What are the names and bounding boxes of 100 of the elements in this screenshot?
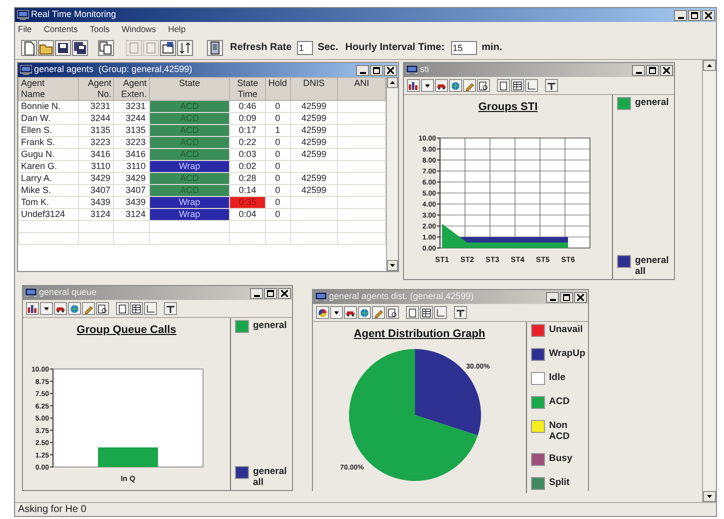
- chart-tool-button[interactable]: [407, 79, 420, 92]
- open-folder-button[interactable]: [38, 40, 54, 56]
- new-file-button[interactable]: [21, 40, 37, 56]
- chart-tool-button[interactable]: [316, 306, 329, 319]
- table-cell: 0:09: [230, 112, 266, 124]
- minimize-button[interactable]: [546, 292, 559, 302]
- close-button[interactable]: [384, 64, 397, 76]
- column-header[interactable]: Agent Name: [18, 78, 79, 100]
- chart-tool-button[interactable]: [497, 79, 510, 92]
- page-icon: [144, 40, 158, 54]
- minimize-button[interactable]: [674, 10, 687, 20]
- maximize-button[interactable]: [646, 64, 659, 76]
- table-cell: Tom K.: [18, 196, 79, 208]
- column-header[interactable]: Agent Exten.: [114, 78, 150, 100]
- chart-tool-button[interactable]: [344, 306, 357, 319]
- chart-tool-button[interactable]: [26, 302, 39, 315]
- chart-tool-button[interactable]: [386, 306, 399, 319]
- table-cell: 42599: [290, 172, 338, 184]
- chart-tool-button[interactable]: [130, 302, 143, 315]
- chart-tool-button[interactable]: [511, 79, 524, 92]
- scroll-up-button[interactable]: [387, 77, 398, 88]
- minimize-button[interactable]: [632, 64, 645, 76]
- column-header[interactable]: ANI: [338, 78, 386, 100]
- scrollbar[interactable]: [702, 60, 716, 502]
- table-cell: Karen G.: [18, 160, 79, 172]
- chart-title: Agent Distribution Graph: [352, 327, 486, 342]
- window-title: general queue: [39, 286, 97, 300]
- close-icon: [281, 290, 288, 296]
- chart-tool-button[interactable]: [421, 79, 434, 92]
- chart-tool-button[interactable]: [435, 79, 448, 92]
- chart-tool-button[interactable]: [116, 302, 129, 315]
- legend-label: ACD: [549, 396, 571, 408]
- table-cell: 0: [265, 196, 290, 208]
- chart-tool-button[interactable]: [454, 306, 467, 319]
- minimize-button[interactable]: [250, 288, 263, 298]
- chart-tool-button[interactable]: [406, 306, 419, 319]
- column-header[interactable]: DNIS: [290, 78, 338, 100]
- refresh-rate-field[interactable]: 1: [296, 40, 313, 54]
- minimize-button[interactable]: [356, 64, 369, 76]
- column-header[interactable]: Hold: [265, 78, 290, 100]
- window-title: general agents (Group: general,42599): [34, 63, 192, 76]
- scroll-up-button[interactable]: [703, 60, 716, 71]
- table-cell: 0:17: [230, 124, 266, 136]
- chart-tool-button[interactable]: [164, 302, 177, 315]
- legend-label: Idle: [549, 372, 566, 384]
- scroll-down-button[interactable]: [387, 260, 398, 271]
- chart-tool-button[interactable]: [96, 302, 109, 315]
- report-button[interactable]: [207, 40, 223, 56]
- table-cell: 3135: [78, 124, 114, 136]
- chart-tool-button[interactable]: [545, 79, 558, 92]
- column-header[interactable]: State: [149, 78, 230, 100]
- save-all-button[interactable]: [72, 40, 88, 56]
- table-cell: Ellen S.: [18, 124, 79, 136]
- chart-tool-button[interactable]: [477, 79, 490, 92]
- menu-item[interactable]: File: [18, 22, 32, 36]
- monitor-icon: [17, 10, 29, 20]
- bar-chart-icon: [408, 80, 419, 92]
- table-cell: 0:02: [230, 160, 266, 172]
- chart-tool-button[interactable]: [420, 306, 433, 319]
- save-button[interactable]: [55, 40, 71, 56]
- maximize-icon: [373, 66, 380, 74]
- table-cell: 0:03: [230, 148, 266, 160]
- close-button[interactable]: [660, 64, 673, 76]
- legend-label: general all: [253, 466, 288, 488]
- menu-item[interactable]: Help: [168, 22, 186, 36]
- maximize-button[interactable]: [560, 292, 573, 302]
- maximize-button[interactable]: [688, 10, 701, 20]
- print-preview-icon: [97, 302, 108, 314]
- chart-tool-button[interactable]: [434, 306, 447, 319]
- close-button[interactable]: [278, 288, 291, 298]
- column-header[interactable]: State Time: [230, 78, 266, 100]
- monitor-icon: [20, 65, 32, 75]
- interval-field[interactable]: 15: [450, 40, 477, 54]
- table-icon: [512, 80, 523, 92]
- maximize-button[interactable]: [370, 64, 383, 76]
- scroll-down-button[interactable]: [703, 491, 716, 502]
- close-button[interactable]: [702, 10, 715, 20]
- chart-tool-button[interactable]: [330, 306, 343, 319]
- sort-icon: [178, 40, 192, 54]
- chart-tool-button[interactable]: [54, 302, 67, 315]
- sort-button[interactable]: [177, 40, 193, 56]
- table-cell: 3110: [78, 160, 114, 172]
- properties-button[interactable]: [160, 40, 176, 56]
- menu-item[interactable]: Windows: [122, 22, 156, 36]
- table-cell: 0: [265, 172, 290, 184]
- scrollbar[interactable]: [386, 77, 398, 271]
- copy-button[interactable]: [98, 40, 114, 56]
- document-icon: [117, 302, 128, 314]
- table-cell: 3223: [78, 136, 114, 148]
- window-title: general agents dist. (general,42599): [329, 290, 474, 304]
- column-header[interactable]: Agent No.: [78, 78, 114, 100]
- table-cell: 3416: [114, 148, 150, 160]
- menu-item[interactable]: Tools: [90, 22, 110, 36]
- print-preview-icon: [478, 80, 489, 92]
- chart-tool-button[interactable]: [40, 302, 53, 315]
- menu-item[interactable]: Contents: [44, 22, 78, 36]
- chart-tool-button[interactable]: [144, 302, 157, 315]
- maximize-button[interactable]: [264, 288, 277, 298]
- chart-tool-button[interactable]: [525, 79, 538, 92]
- close-button[interactable]: [574, 292, 587, 302]
